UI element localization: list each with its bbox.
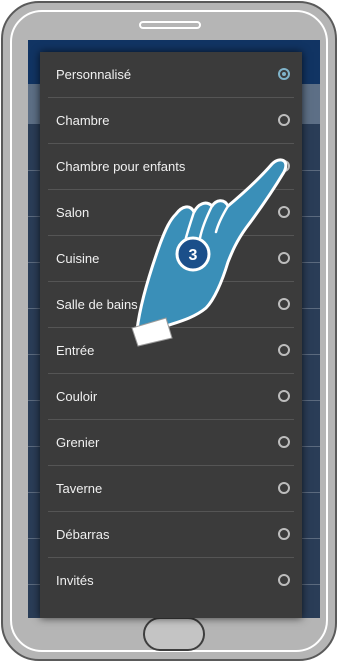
hand-shape — [135, 158, 288, 332]
step-badge-number: 3 — [189, 247, 198, 264]
pointing-hand-icon: 3 — [131, 158, 288, 347]
